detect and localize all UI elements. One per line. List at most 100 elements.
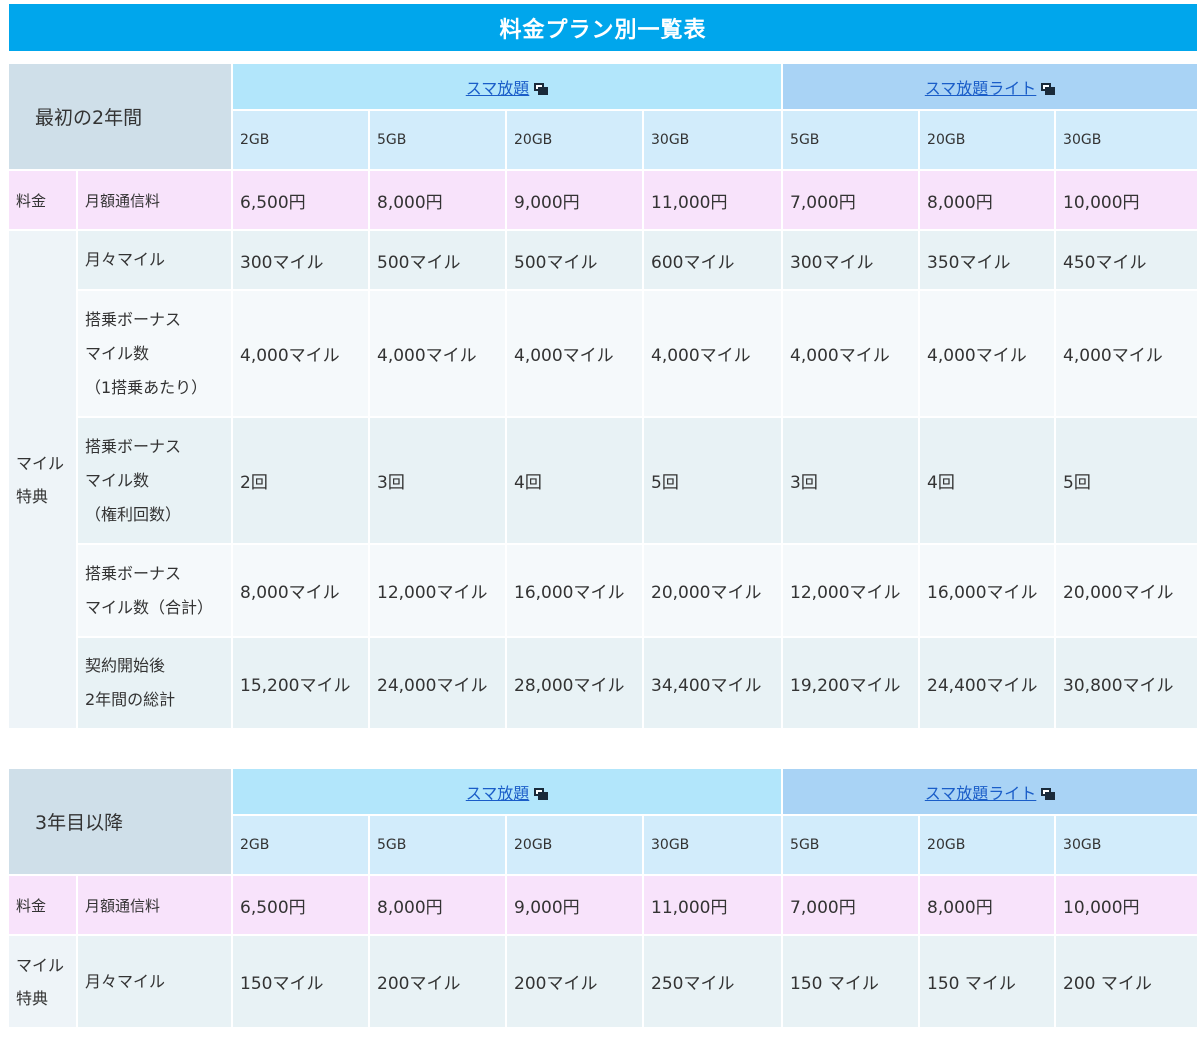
- external-link-icon[interactable]: [534, 82, 549, 95]
- capacity-header: 30GB: [1056, 816, 1198, 876]
- monthly-fee-cell: 10,000円: [1056, 876, 1198, 936]
- capacity-header: 5GB: [783, 816, 921, 876]
- mile-value-cell: 500マイル: [370, 231, 507, 291]
- mile-value-cell: 8,000マイル: [233, 545, 370, 638]
- external-link-icon[interactable]: [534, 787, 549, 800]
- table-row: 契約開始後 2年間の総計 15,200マイル 24,000マイル 28,000マイル 34…: [9, 638, 1198, 730]
- mile-value-cell: 350マイル: [920, 231, 1057, 291]
- mile-value-cell: 4,000マイル: [644, 291, 784, 418]
- mile-value-cell: 20,000マイル: [1056, 545, 1198, 638]
- mile-benefit-group-line: マイル: [16, 955, 65, 975]
- mile-value-cell: 28,000マイル: [507, 638, 644, 730]
- monthly-fee-cell: 6,500円: [233, 876, 370, 936]
- table-row: 搭乗ボーナス マイル数 （権利回数） 2回 3回 4回 5回 3回 4回 5回: [9, 418, 1198, 545]
- plan-link-suma-houdai-light[interactable]: スマ放題ライト: [925, 79, 1037, 98]
- plan-link-suma-houdai[interactable]: スマ放題: [466, 79, 530, 98]
- mile-value-cell: 200マイル: [370, 936, 507, 1029]
- mile-value-cell: 4回: [920, 418, 1057, 545]
- mile-value-cell: 300マイル: [783, 231, 921, 291]
- mile-value-cell: 30,800マイル: [1056, 638, 1198, 730]
- monthly-fee-cell: 11,000円: [644, 171, 784, 231]
- mile-value-cell: 4,000マイル: [783, 291, 921, 418]
- mile-value-cell: 16,000マイル: [507, 545, 644, 638]
- capacity-header: 5GB: [370, 816, 507, 876]
- mile-benefit-group-line: 特典: [16, 988, 49, 1008]
- mile-benefit-group-line: 特典: [16, 486, 49, 506]
- capacity-header: 20GB: [507, 111, 644, 171]
- plan-header-suma-houdai-light: スマ放題ライト: [783, 769, 1198, 816]
- monthly-fee-cell: 7,000円: [783, 171, 921, 231]
- mile-value-cell: 4,000マイル: [507, 291, 644, 418]
- mile-row-label: 搭乗ボーナス マイル数（合計）: [78, 545, 233, 638]
- monthly-fee-cell: 8,000円: [370, 171, 507, 231]
- monthly-fee-label: 月額通信料: [78, 171, 233, 231]
- capacity-header: 20GB: [507, 816, 644, 876]
- table-row: 搭乗ボーナス マイル数（合計） 8,000マイル 12,000マイル 16,000マイル…: [9, 545, 1198, 638]
- capacity-header: 2GB: [233, 816, 370, 876]
- monthly-fee-cell: 8,000円: [920, 876, 1057, 936]
- mile-row-label-line: （権利回数）: [85, 504, 182, 524]
- plan-link-suma-houdai[interactable]: スマ放題: [466, 784, 530, 803]
- mile-value-cell: 200 マイル: [1056, 936, 1198, 1029]
- mile-value-cell: 12,000マイル: [370, 545, 507, 638]
- table-row: マイル 特典 月々マイル 300マイル 500マイル 500マイル 600マイル 300マイル…: [9, 231, 1198, 730]
- mile-value-cell: 24,400マイル: [920, 638, 1057, 730]
- mile-value-cell: 250マイル: [644, 936, 784, 1029]
- mile-value-cell: 4,000マイル: [233, 291, 370, 418]
- mile-value-cell: 4,000マイル: [920, 291, 1057, 418]
- mile-value-cell: 34,400マイル: [644, 638, 784, 730]
- monthly-fee-cell: 7,000円: [783, 876, 921, 936]
- mile-value-cell: 450マイル: [1056, 231, 1198, 291]
- capacity-header: 30GB: [1056, 111, 1198, 171]
- external-link-icon[interactable]: [1041, 82, 1056, 95]
- monthly-fee-cell: 11,000円: [644, 876, 784, 936]
- capacity-header: 2GB: [233, 111, 370, 171]
- capacity-header: 30GB: [644, 816, 784, 876]
- mile-benefit-group-label: マイル 特典: [9, 936, 78, 1029]
- capacity-header: 5GB: [783, 111, 921, 171]
- monthly-fee-cell: 6,500円: [233, 171, 370, 231]
- mile-value-cell: 600マイル: [644, 231, 784, 291]
- mile-value-cell: 12,000マイル: [783, 545, 921, 638]
- capacity-header: 20GB: [920, 816, 1057, 876]
- external-link-icon[interactable]: [1041, 787, 1056, 800]
- mile-row-label-line: 月々マイル: [85, 250, 166, 269]
- mile-row-label-line: マイル数: [85, 470, 150, 490]
- mile-value-cell: 4回: [507, 418, 644, 545]
- mile-value-cell: 15,200マイル: [233, 638, 370, 730]
- mile-value-cell: 19,200マイル: [783, 638, 921, 730]
- price-table-first-2-years: 最初の2年間 スマ放題 スマ放題ライト 2GB 5GB 20GB 30GB 5GB 20GB 30…: [9, 64, 1198, 730]
- mile-row-label: 契約開始後 2年間の総計: [78, 638, 233, 730]
- mile-value-cell: 4,000マイル: [1056, 291, 1198, 418]
- mile-value-cell: 150 マイル: [920, 936, 1057, 1029]
- monthly-fee-cell: 10,000円: [1056, 171, 1198, 231]
- plan-header-suma-houdai-light: スマ放題ライト: [783, 64, 1198, 111]
- table-row: 搭乗ボーナス マイル数 （1搭乗あたり） 4,000マイル 4,000マイル 4,000マ…: [9, 291, 1198, 418]
- mile-row-label-line: 搭乗ボーナス: [85, 309, 182, 329]
- plan-link-suma-houdai-light[interactable]: スマ放題ライト: [925, 784, 1037, 803]
- mile-row-label-line: 搭乗ボーナス: [85, 436, 182, 456]
- mile-value-cell: 2回: [233, 418, 370, 545]
- capacity-header: 20GB: [920, 111, 1057, 171]
- mile-row-label-line: （1搭乗あたり）: [85, 377, 208, 397]
- mile-value-cell: 5回: [1056, 418, 1198, 545]
- table-period-heading: 最初の2年間: [9, 64, 233, 171]
- table-period-heading: 3年目以降: [9, 769, 233, 876]
- mile-value-cell: 24,000マイル: [370, 638, 507, 730]
- mile-benefit-group-label: マイル 特典: [9, 231, 78, 730]
- monthly-fee-cell: 8,000円: [370, 876, 507, 936]
- plan-header-suma-houdai: スマ放題: [233, 769, 784, 816]
- table-row: マイル 特典 月々マイル 150マイル 200マイル 200マイル 250マイル 150 マイ…: [9, 936, 1198, 1029]
- monthly-fee-cell: 9,000円: [507, 171, 644, 231]
- capacity-header: 30GB: [644, 111, 784, 171]
- monthly-fee-cell: 8,000円: [920, 171, 1057, 231]
- mile-value-cell: 150 マイル: [783, 936, 921, 1029]
- mile-value-cell: 3回: [370, 418, 507, 545]
- mile-benefit-group-line: マイル: [16, 453, 65, 473]
- mile-row-label: 搭乗ボーナス マイル数 （権利回数）: [78, 418, 233, 545]
- mile-row-label-line: 契約開始後: [85, 656, 166, 675]
- mile-row-label-line: 搭乗ボーナス: [85, 563, 182, 583]
- mile-row-label-line: 2年間の総計: [85, 690, 176, 709]
- mile-value-cell: 150マイル: [233, 936, 370, 1029]
- mile-value-cell: 5回: [644, 418, 784, 545]
